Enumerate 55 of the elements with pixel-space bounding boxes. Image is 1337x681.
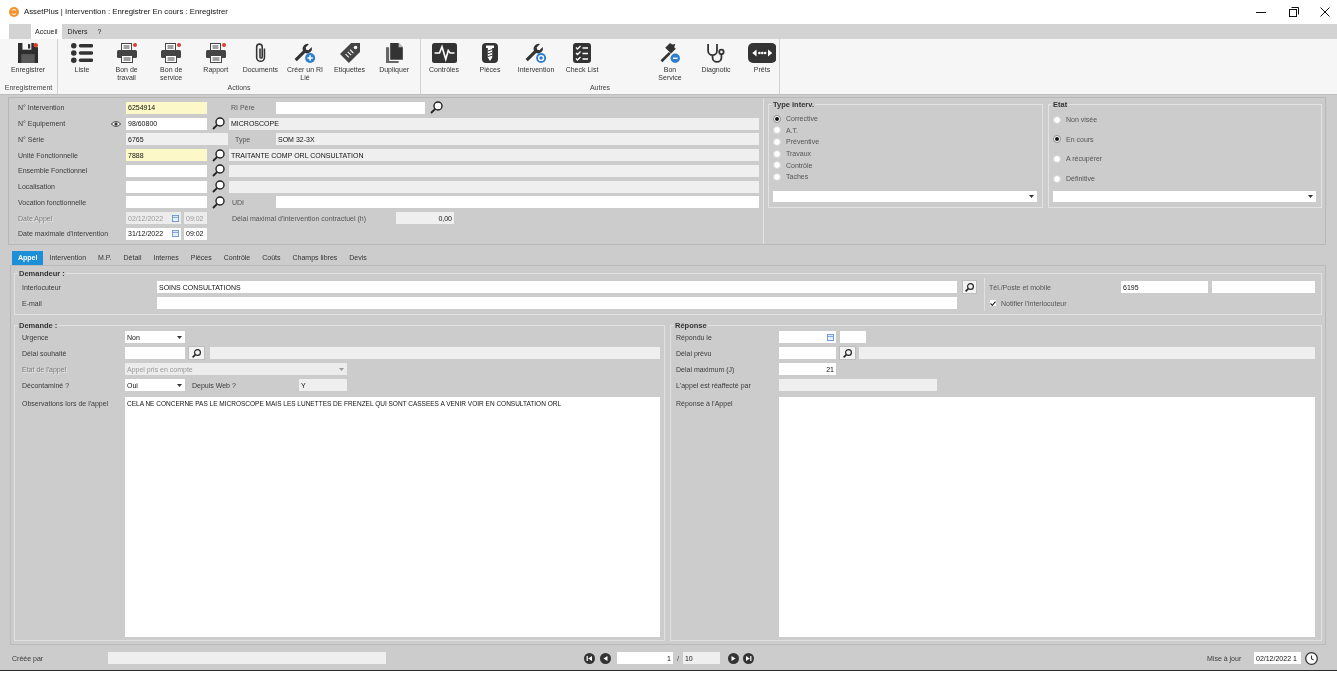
calendar-icon[interactable] <box>172 230 179 238</box>
search-button[interactable] <box>962 280 977 294</box>
search-icon[interactable] <box>212 117 225 131</box>
wrench-icon <box>525 43 547 63</box>
search-button[interactable] <box>188 346 205 360</box>
input-field[interactable] <box>276 196 759 209</box>
search-icon <box>843 348 852 358</box>
input-field[interactable] <box>126 164 207 177</box>
paperclip-icon <box>254 43 266 63</box>
printer-icon <box>116 43 137 63</box>
heartbeat-monitor-icon <box>431 43 457 63</box>
input-field[interactable] <box>1212 281 1315 293</box>
search-icon <box>965 282 974 292</box>
calendar-icon[interactable] <box>827 333 834 341</box>
eye-icon[interactable] <box>111 120 121 127</box>
pages-icon <box>385 43 403 63</box>
arrows-icon <box>747 43 777 63</box>
caret-icon <box>177 335 182 339</box>
time-field[interactable] <box>840 331 866 343</box>
checklist-icon <box>573 43 591 63</box>
skip-forward-icon[interactable] <box>742 652 754 664</box>
date-field[interactable] <box>779 331 836 343</box>
input-field[interactable] <box>779 347 836 359</box>
search-icon <box>192 348 201 358</box>
hammer-icon <box>660 43 680 63</box>
minimize-icon[interactable] <box>1256 11 1266 13</box>
caret-icon <box>339 367 344 371</box>
tag-icon <box>339 43 360 63</box>
input-field[interactable] <box>126 196 207 209</box>
search-icon[interactable] <box>212 195 225 209</box>
printer-icon <box>205 43 226 63</box>
caret-icon <box>1029 195 1034 198</box>
input-field[interactable] <box>126 180 207 193</box>
search-icon[interactable] <box>212 148 225 162</box>
list-icon <box>70 43 94 63</box>
input-field[interactable] <box>125 347 185 359</box>
back-icon[interactable] <box>600 652 611 664</box>
history-icon[interactable] <box>1305 651 1318 665</box>
search-button[interactable] <box>839 346 856 360</box>
screw-icon <box>482 43 498 63</box>
close-icon[interactable] <box>1320 7 1330 17</box>
restore-icon[interactable] <box>1289 7 1299 17</box>
skip-back-icon[interactable] <box>584 652 595 664</box>
printer-icon <box>161 43 182 63</box>
forward-icon[interactable] <box>727 652 739 664</box>
stethoscope-icon <box>707 43 725 63</box>
search-icon[interactable] <box>212 164 225 178</box>
caret-icon <box>1308 195 1313 198</box>
app-logo-icon <box>9 7 19 17</box>
search-icon[interactable] <box>430 101 443 115</box>
search-icon[interactable] <box>212 180 225 194</box>
input-field[interactable] <box>276 101 425 114</box>
caret-icon <box>177 383 182 387</box>
wrench-plus-icon <box>294 43 316 63</box>
input-field[interactable] <box>157 297 957 309</box>
